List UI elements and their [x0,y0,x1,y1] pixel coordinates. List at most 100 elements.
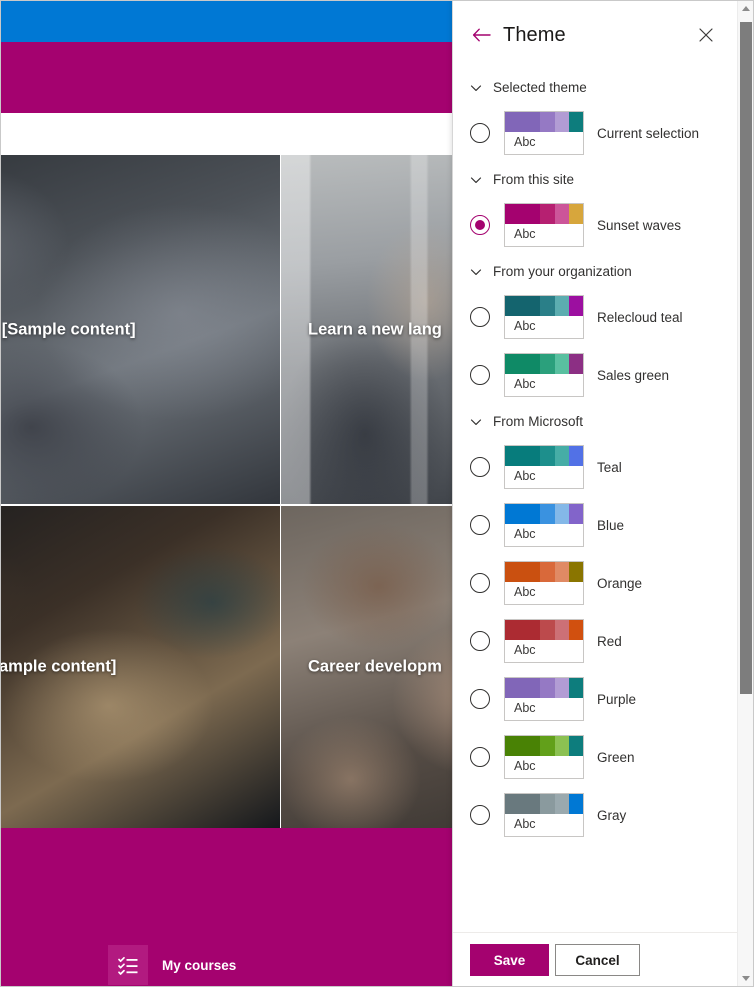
swatch-color-chip [505,794,541,814]
news-card[interactable]: s [Sample content] [0,155,280,504]
footer-link-label: My courses [162,957,237,973]
theme-radio-button[interactable] [470,805,490,825]
theme-radio-button[interactable] [470,123,490,143]
swatch-color-strip [505,446,583,466]
theme-option-row[interactable]: Abc Orange [453,554,737,612]
swatch-color-chip [554,204,569,224]
swatch-color-strip [505,204,583,224]
swatch-sample-text: Abc [514,319,536,333]
theme-radio-button[interactable] [470,573,490,593]
site-white-band [0,113,452,155]
swatch-color-chip [505,504,541,524]
theme-color-swatch: Abc [504,203,584,247]
swatch-color-chip [554,620,569,640]
chevron-down-icon [470,173,482,185]
theme-option-label: Gray [597,807,627,823]
scroll-down-arrow-icon[interactable] [738,970,754,987]
swatch-color-chip [568,204,583,224]
theme-color-swatch: Abc [504,353,584,397]
swatch-color-strip [505,736,583,756]
theme-color-swatch: Abc [504,619,584,663]
theme-color-swatch: Abc [504,793,584,837]
swatch-sample-text: Abc [514,227,536,241]
news-card[interactable]: Sample content] [0,506,280,828]
theme-radio-button[interactable] [470,457,490,477]
theme-radio-button[interactable] [470,631,490,651]
cancel-button[interactable]: Cancel [555,944,640,976]
swatch-color-chip [554,562,569,582]
theme-group-header[interactable]: From Microsoft [453,404,737,438]
swatch-color-chip [540,504,555,524]
close-icon[interactable] [693,22,719,48]
theme-group-header[interactable]: From this site [453,162,737,196]
swatch-sample-text: Abc [514,527,536,541]
theme-color-swatch: Abc [504,561,584,605]
theme-option-row[interactable]: Abc Blue [453,496,737,554]
theme-option-row[interactable]: Abc Relecloud teal [453,288,737,346]
theme-list[interactable]: Selected theme Abc Current selection From t… [453,70,737,932]
theme-color-swatch: Abc [504,735,584,779]
scroll-up-arrow-icon[interactable] [738,0,754,17]
swatch-color-chip [540,678,555,698]
swatch-color-chip [554,504,569,524]
swatch-color-chip [568,620,583,640]
swatch-color-chip [540,204,555,224]
swatch-color-chip [540,794,555,814]
theme-radio-button[interactable] [470,307,490,327]
swatch-color-chip [505,678,541,698]
theme-group-label: From your organization [493,263,632,279]
swatch-color-chip [540,354,555,374]
theme-option-label: Sunset waves [597,217,682,233]
scrollbar-thumb[interactable] [740,22,752,694]
theme-radio-button[interactable] [470,515,490,535]
theme-radio-button[interactable] [470,365,490,385]
theme-radio-button[interactable] [470,689,490,709]
theme-option-label: Blue [597,517,625,533]
panel-scrollbar[interactable] [737,0,753,987]
theme-option-row[interactable]: Abc Sales green [453,346,737,404]
theme-option-row[interactable]: Abc Red [453,612,737,670]
swatch-color-chip [505,296,541,316]
swatch-color-chip [540,620,555,640]
swatch-color-chip [505,736,541,756]
swatch-color-chip [568,736,583,756]
swatch-color-chip [505,562,541,582]
site-hero-band [0,42,452,113]
theme-option-row[interactable]: Abc Sunset waves [453,196,737,254]
theme-color-swatch: Abc [504,445,584,489]
swatch-sample-text: Abc [514,759,536,773]
swatch-color-chip [554,354,569,374]
theme-option-row[interactable]: Abc Gray [453,786,737,844]
panel-header: Theme [453,0,737,70]
swatch-color-strip [505,112,583,132]
back-arrow-icon[interactable] [470,24,492,46]
swatch-color-chip [505,446,541,466]
theme-group-label: Selected theme [493,79,587,95]
swatch-color-chip [568,446,583,466]
theme-group-label: From this site [493,171,575,187]
theme-panel-content: Theme Selected theme Abc Current selection… [453,0,737,987]
save-button[interactable]: Save [470,944,549,976]
theme-group-header[interactable]: Selected theme [453,70,737,104]
swatch-color-strip [505,504,583,524]
theme-radio-button[interactable] [470,215,490,235]
theme-group-label: From Microsoft [493,413,584,429]
theme-radio-button[interactable] [470,747,490,767]
theme-option-row[interactable]: Abc Purple [453,670,737,728]
swatch-sample-text: Abc [514,377,536,391]
swatch-color-chip [540,296,555,316]
swatch-color-chip [505,354,541,374]
theme-color-swatch: Abc [504,677,584,721]
footer-quick-link[interactable]: My courses [108,945,236,985]
theme-option-label: Sales green [597,367,670,383]
checklist-icon [108,945,148,985]
theme-option-row[interactable]: Abc Teal [453,438,737,496]
swatch-color-chip [568,296,583,316]
theme-option-row[interactable]: Abc Current selection [453,104,737,162]
panel-footer: Save Cancel [453,932,754,987]
swatch-color-chip [568,504,583,524]
theme-option-row[interactable]: Abc Green [453,728,737,786]
swatch-color-strip [505,354,583,374]
swatch-color-strip [505,794,583,814]
theme-group-header[interactable]: From your organization [453,254,737,288]
